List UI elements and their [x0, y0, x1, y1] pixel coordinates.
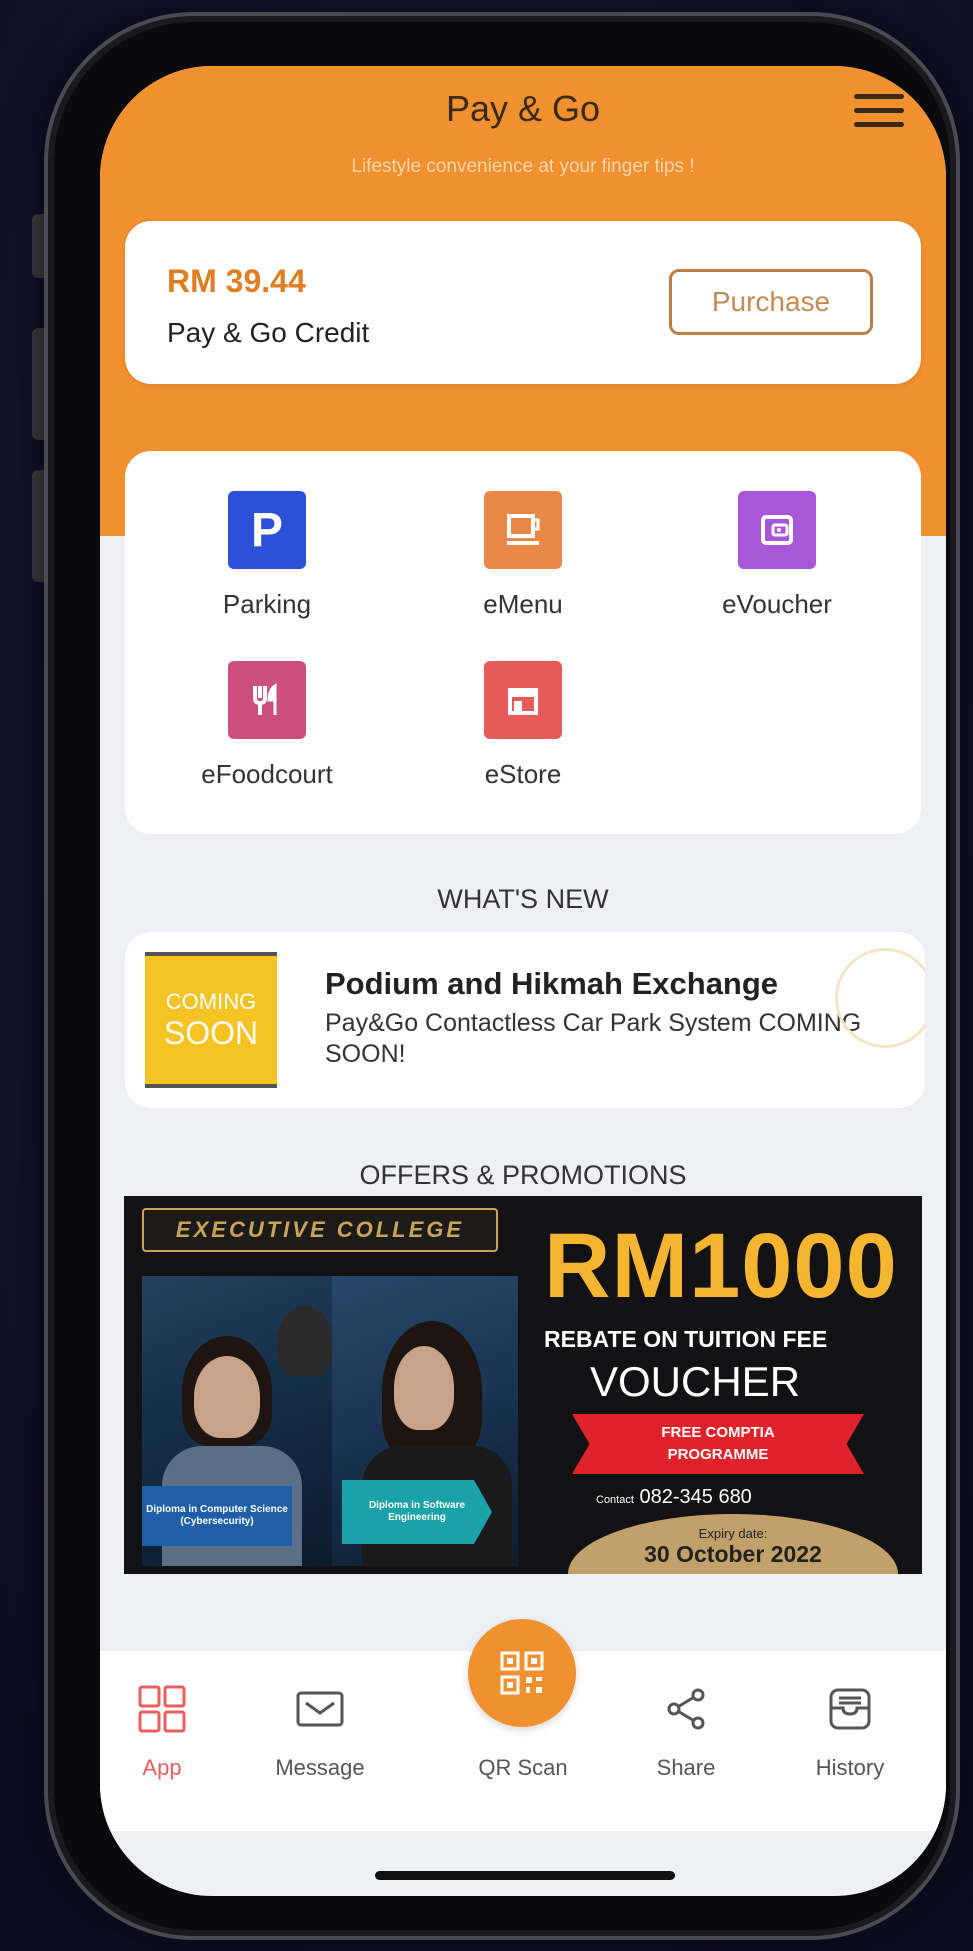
service-label: eVoucher [722, 589, 832, 619]
app-title: Pay & Go [445, 88, 601, 129]
service-label: eMenu [483, 589, 563, 619]
hamburger-menu-icon[interactable] [854, 94, 904, 130]
credit-label: Pay & Go Credit [167, 317, 370, 348]
tab-share[interactable]: Share [616, 1681, 756, 1781]
coming-soon-line2: SOON [163, 1015, 259, 1051]
promo-banner[interactable]: EXECUTIVE COLLEGE Diploma in Computer Sc… [124, 1196, 922, 1574]
tab-message[interactable]: Message [250, 1681, 390, 1781]
promo-photo-2: Diploma in Software Engineering [332, 1276, 518, 1566]
qr-scan-button[interactable] [468, 1619, 576, 1727]
promo-amount: RM1000 [544, 1215, 898, 1317]
diploma-label-2: Diploma in Software Engineering [342, 1480, 492, 1544]
diploma-label-1: Diploma in Computer Science (Cybersecuri… [142, 1486, 292, 1546]
service-label: eStore [484, 759, 562, 789]
news-title: Podium and Hikmah Exchange [325, 966, 779, 1001]
qr-code-icon [500, 1651, 544, 1695]
services-card: P Parking eMenu eVoucher eFoodcourt eSto… [125, 451, 921, 834]
app-screen: Pay & Go Lifestyle convenience at your f… [100, 66, 946, 1896]
ribbon-line1: FREE COMPTIA [661, 1424, 775, 1441]
service-emenu[interactable]: eMenu [423, 491, 623, 620]
whats-new-title: WHAT'S NEW [437, 884, 609, 914]
service-evoucher[interactable]: eVoucher [677, 491, 877, 620]
service-efoodcourt[interactable]: eFoodcourt [167, 661, 367, 790]
coming-soon-thumbnail: COMING SOON [145, 952, 277, 1088]
ribbon-line2: PROGRAMME [667, 1446, 769, 1463]
envelope-icon [250, 1681, 390, 1737]
tagline: Lifestyle convenience at your finger tip… [351, 156, 695, 177]
promo-contact: Contact 082-345 680 [596, 1486, 752, 1509]
tab-label: History [815, 1755, 885, 1780]
tab-label: Message [275, 1755, 365, 1780]
credit-amount: RM 39.44 [167, 263, 306, 299]
purchase-button[interactable]: Purchase [669, 269, 873, 335]
tab-app[interactable]: App [100, 1681, 232, 1781]
coming-soon-line1: COMING [165, 989, 257, 1014]
free-programme-ribbon: FREE COMPTIA PROGRAMME [572, 1414, 864, 1474]
promo-photo-1: Diploma in Computer Science (Cybersecuri… [142, 1276, 332, 1566]
tab-label: QR Scan [478, 1755, 568, 1780]
service-parking[interactable]: P Parking [167, 491, 367, 620]
promo-rebate: REBATE ON TUITION FEE [544, 1326, 828, 1352]
promo-voucher: VOUCHER [590, 1358, 801, 1405]
store-icon [484, 661, 562, 739]
inbox-icon [780, 1681, 920, 1737]
contact-number: 082-345 680 [639, 1486, 752, 1508]
college-logo: EXECUTIVE COLLEGE [142, 1208, 498, 1252]
fork-knife-icon [228, 661, 306, 739]
share-icon [616, 1681, 756, 1737]
tab-label: Share [656, 1755, 716, 1780]
home-indicator[interactable] [375, 1871, 675, 1880]
contact-label: Contact [596, 1494, 634, 1506]
decorative-circle [835, 948, 925, 1048]
expiry-badge: Expiry date: 30 October 2022 [568, 1514, 898, 1574]
news-body: Pay&Go Contactless Car Park System COMIN… [325, 1009, 862, 1068]
service-label: Parking [222, 589, 312, 619]
parking-icon: P [228, 491, 306, 569]
credit-card: RM 39.44 Pay & Go Credit Purchase [125, 221, 921, 384]
cup-icon [484, 491, 562, 569]
tab-history[interactable]: History [780, 1681, 920, 1781]
expiry-date: 30 October 2022 [644, 1541, 822, 1567]
news-card[interactable]: COMING SOON Podium and Hikmah Exchange P… [125, 932, 925, 1108]
expiry-label: Expiry date: [698, 1526, 768, 1541]
tab-label: App [142, 1755, 182, 1780]
service-estore[interactable]: eStore [423, 661, 623, 790]
service-label: eFoodcourt [201, 759, 333, 789]
grid-icon [100, 1681, 232, 1737]
wallet-icon [738, 491, 816, 569]
offers-title: OFFERS & PROMOTIONS [359, 1160, 687, 1190]
